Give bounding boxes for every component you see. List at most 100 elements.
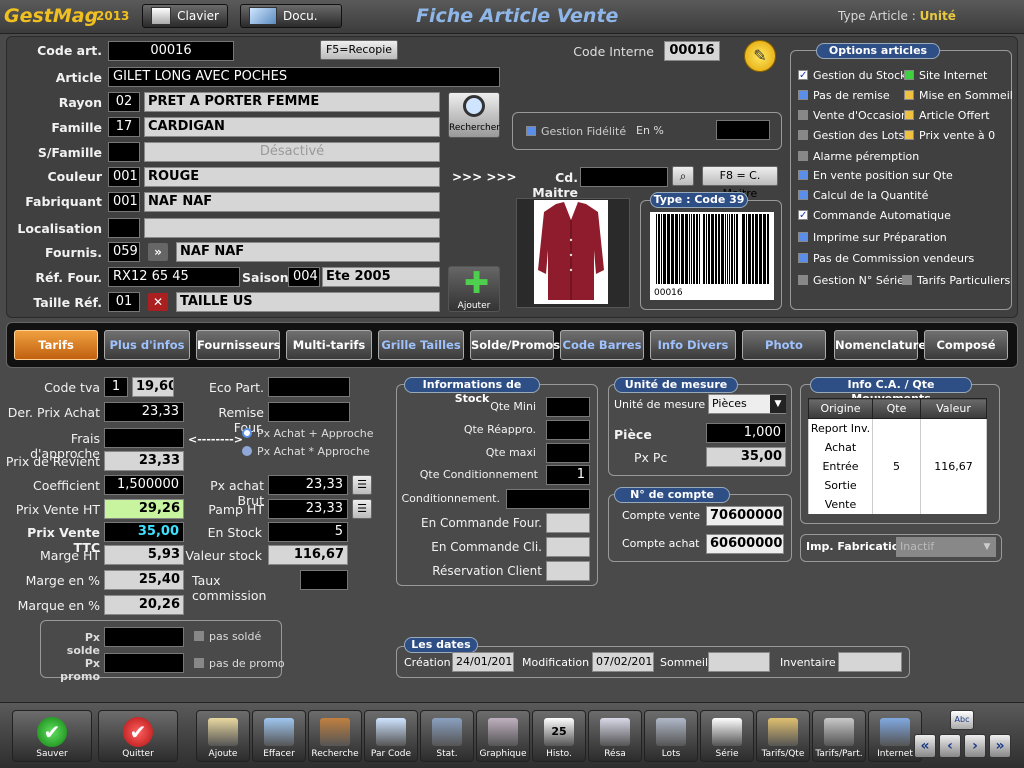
ajoute-button[interactable]: Ajoute <box>196 710 250 762</box>
quitter-button[interactable]: ✔ Quitter <box>98 710 178 762</box>
next-record-button[interactable]: › <box>964 734 986 758</box>
recopie-button[interactable]: F5=Recopie <box>320 40 398 60</box>
px-brut-list-icon[interactable]: ☰ <box>352 475 372 495</box>
keyboard-button[interactable]: Clavier <box>142 4 228 28</box>
docu-button[interactable]: Docu. <box>240 4 342 28</box>
tools-icon[interactable]: ✎ <box>744 40 776 72</box>
last-record-button[interactable]: » <box>989 734 1011 758</box>
pamp-list-icon[interactable]: ☰ <box>352 499 372 519</box>
sfamille-code-field[interactable] <box>108 142 140 162</box>
tab-3[interactable]: Multi-tarifs <box>286 330 372 360</box>
px-solde-field[interactable] <box>104 627 184 647</box>
code-tva-field[interactable]: 1 <box>104 377 128 397</box>
par-code-button[interactable]: Par Code <box>364 710 418 762</box>
fabrication-chevron-icon[interactable]: ▼ <box>980 538 994 556</box>
option-14[interactable]: Gestion N° Série <box>798 272 904 288</box>
taille-clear-icon[interactable]: ✕ <box>148 293 168 311</box>
option-1[interactable]: Site Internet <box>904 67 987 83</box>
option-3[interactable]: Mise en Sommeil <box>904 87 1013 103</box>
sauver-button[interactable]: ✔ Sauver <box>12 710 92 762</box>
recherche-button[interactable]: Recherche <box>308 710 362 762</box>
coef-field[interactable]: 1,500000 <box>104 475 184 495</box>
tab-7[interactable]: Info Divers <box>650 330 736 360</box>
resa-button[interactable]: Résa <box>588 710 642 762</box>
cmaitre-button[interactable]: F8 = C. Maitre <box>702 166 778 200</box>
fidelite-checkbox[interactable]: Gestion Fidélité <box>526 123 626 139</box>
qte-mini-field[interactable] <box>546 397 590 417</box>
pas-promo-checkbox[interactable]: pas de promo <box>194 655 285 671</box>
px-promo-field[interactable] <box>104 653 184 673</box>
pvttc-field[interactable]: 35,00 <box>104 522 184 542</box>
qte-reappro-field[interactable] <box>546 420 590 440</box>
cd-maitre-field[interactable] <box>580 167 668 187</box>
tab-6[interactable]: Code Barres <box>560 330 644 360</box>
remise-field[interactable] <box>268 402 350 422</box>
option-12[interactable]: Imprime sur Préparation <box>798 229 947 245</box>
option-11[interactable]: ✓ Commande Automatique <box>798 207 951 223</box>
option-13[interactable]: Pas de Commission vendeurs <box>798 250 974 266</box>
fidelite-pct-field[interactable] <box>716 120 770 140</box>
histo-button[interactable]: 25 Histo. <box>532 710 586 762</box>
couleur-code-field[interactable]: 001 <box>108 167 140 187</box>
eco-field[interactable] <box>268 377 350 397</box>
tab-1[interactable]: Plus d'infos <box>104 330 190 360</box>
option-5[interactable]: Article Offert <box>904 107 990 123</box>
option-8[interactable]: Alarme péremption <box>798 148 919 164</box>
taux-field[interactable] <box>300 570 348 590</box>
tarifs-part-button[interactable]: Tarifs/Part. <box>812 710 866 762</box>
radio-achat-plus[interactable]: Px Achat + Approche <box>242 425 374 441</box>
option-6[interactable]: Gestion des Lots <box>798 127 904 143</box>
rechercher-button[interactable]: Rechercher <box>448 92 500 138</box>
fabriquant-code-field[interactable]: 001 <box>108 192 140 212</box>
fournis-goto-icon[interactable]: » <box>148 243 168 261</box>
effacer-button[interactable]: Effacer <box>252 710 306 762</box>
fournis-code-field[interactable]: 059 <box>108 242 140 262</box>
abc-icon[interactable]: Abc <box>950 710 974 730</box>
taille-code-field[interactable]: 01 <box>108 292 140 312</box>
der-prix-field[interactable]: 23,33 <box>104 402 184 422</box>
option-15[interactable]: Tarifs Particuliers <box>902 272 1010 288</box>
frais-field[interactable] <box>104 428 184 448</box>
pas-solde-checkbox[interactable]: pas soldé <box>194 628 261 644</box>
tab-9[interactable]: Nomenclature <box>834 330 926 360</box>
compte-vente-field[interactable]: 70600000 <box>706 506 784 526</box>
tab-5[interactable]: Solde/Promos <box>470 330 560 360</box>
stat-button[interactable]: Stat. <box>420 710 474 762</box>
piece-field[interactable]: 1,000 <box>706 423 786 443</box>
tab-4[interactable]: Grille Tailles <box>378 330 464 360</box>
tab-0[interactable]: Tarifs <box>14 330 98 360</box>
article-field[interactable]: GILET LONG AVEC POCHES <box>108 67 500 87</box>
ajouter-button[interactable]: ✚ Ajouter <box>448 266 500 312</box>
radio-achat-mult[interactable]: Px Achat * Approche <box>242 443 370 459</box>
compte-achat-field[interactable]: 60600000 <box>706 534 784 554</box>
px-brut-field[interactable]: 23,33 <box>268 475 348 495</box>
rayon-code-field[interactable]: 02 <box>108 92 140 112</box>
option-0[interactable]: ✓ Gestion du Stock <box>798 67 906 83</box>
tab-2[interactable]: Fournisseurs <box>196 330 280 360</box>
pvht-field[interactable]: 29,26 <box>104 499 184 519</box>
cd-maitre-search-icon[interactable]: ⌕ <box>672 166 694 186</box>
tarifs-qte-button[interactable]: Tarifs/Qte <box>756 710 810 762</box>
graphique-button[interactable]: Graphique <box>476 710 530 762</box>
saison-code-field[interactable]: 004 <box>288 267 320 287</box>
option-4[interactable]: Vente d'Occasion <box>798 107 908 123</box>
option-7[interactable]: Prix vente à 0 <box>904 127 995 143</box>
code-art-field[interactable]: 00016 <box>108 41 234 61</box>
prev-record-button[interactable]: ‹ <box>939 734 961 758</box>
serie-button[interactable]: Série <box>700 710 754 762</box>
localisation-code-field[interactable] <box>108 218 140 238</box>
first-record-button[interactable]: « <box>914 734 936 758</box>
option-2[interactable]: Pas de remise <box>798 87 890 103</box>
pamp-field[interactable]: 23,33 <box>268 499 348 519</box>
qte-maxi-field[interactable] <box>546 443 590 463</box>
tab-10[interactable]: Composé <box>924 330 1008 360</box>
option-9[interactable]: En vente position sur Qte <box>798 167 953 183</box>
famille-code-field[interactable]: 17 <box>108 117 140 137</box>
ref-four-field[interactable]: RX12 65 45 <box>108 267 240 287</box>
lots-button[interactable]: Lots <box>644 710 698 762</box>
qte-cond-field[interactable]: 1 <box>546 465 590 485</box>
tab-8[interactable]: Photo <box>742 330 826 360</box>
cond-field[interactable] <box>506 489 590 509</box>
chevron-down-icon[interactable]: ▼ <box>770 395 786 413</box>
option-10[interactable]: Calcul de la Quantité <box>798 187 928 203</box>
